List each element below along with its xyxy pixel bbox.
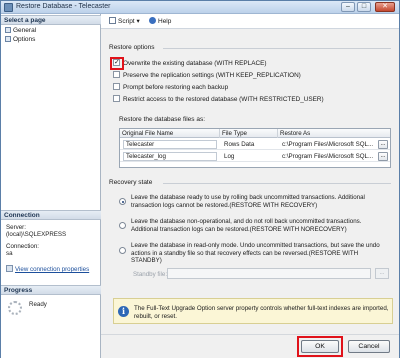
recovery-state-label: Recovery state <box>109 179 153 186</box>
progress-status: Ready <box>29 301 47 308</box>
column-header-restore-as: Restore As <box>280 130 311 137</box>
info-text: The Full-Text Upgrade Option server prop… <box>134 305 389 320</box>
maximize-button[interactable]: □ <box>357 2 371 12</box>
radio-label: Leave the database in read-only mode. Un… <box>131 242 380 265</box>
server-value: (local)\SQLEXPRESS <box>6 231 67 238</box>
database-icon <box>4 3 13 12</box>
restore-with-standby-option[interactable]: Leave the database in read-only mode. Un… <box>119 242 387 266</box>
files-grid-caption: Restore the database files as: <box>119 116 205 123</box>
grid-header: Original File Name File Type Restore As <box>120 129 390 138</box>
checkbox-label: Preserve the replication settings (WITH … <box>123 72 301 79</box>
help-label: Help <box>158 18 172 25</box>
browse-restore-path-button[interactable]: ... <box>378 152 388 161</box>
progress-spinner-icon <box>8 301 22 315</box>
group-divider <box>163 48 391 49</box>
restrict-access-checkbox[interactable] <box>113 95 120 102</box>
table-row[interactable]: Telecaster Rows Data c:\Program Files\Mi… <box>120 139 390 150</box>
properties-icon <box>6 265 13 272</box>
group-divider <box>163 183 391 184</box>
restore-as-cell[interactable]: c:\Program Files\Microsoft SQL... <box>280 151 374 162</box>
help-button[interactable]: Help <box>149 17 171 26</box>
column-header-file-type: File Type <box>220 129 278 138</box>
file-type-cell: Log <box>224 153 235 160</box>
table-row[interactable]: Telecaster_log Log c:\Program Files\Micr… <box>120 151 390 162</box>
column-header-original-file-name: Original File Name <box>120 129 220 138</box>
restore-files-grid: Original File Name File Type Restore As … <box>119 128 391 168</box>
restore-with-norecovery-radio[interactable] <box>119 222 126 229</box>
progress-header: Progress <box>1 285 101 295</box>
prompt-before-restore-checkbox-row[interactable]: Prompt before restoring each backup <box>113 83 228 92</box>
restore-with-standby-radio[interactable] <box>119 247 126 254</box>
file-name-cell[interactable]: Telecaster <box>123 140 217 149</box>
minimize-button[interactable]: – <box>341 2 355 12</box>
left-pane: Select a page General Options Connection… <box>1 14 101 358</box>
page-icon <box>5 36 11 42</box>
checkbox-label: Prompt before restoring each backup <box>123 84 229 91</box>
preserve-replication-checkbox[interactable] <box>113 71 120 78</box>
radio-label: Leave the database non-operational, and … <box>131 218 362 233</box>
file-type-cell: Rows Data <box>224 141 255 148</box>
restore-options-label: Restore options <box>109 44 155 51</box>
page-item-options[interactable]: Options <box>5 36 35 44</box>
radio-label: Leave the database ready to use by rolli… <box>131 194 365 209</box>
toolbar: Script ▾ Help <box>101 14 399 29</box>
info-icon: i <box>118 306 129 317</box>
prompt-before-restore-checkbox[interactable] <box>113 83 120 90</box>
window-title: Restore Database - Telecaster <box>16 3 111 10</box>
info-panel: i The Full-Text Upgrade Option server pr… <box>113 298 393 324</box>
restore-with-recovery-option[interactable]: Leave the database ready to use by rolli… <box>119 194 387 210</box>
script-icon <box>109 17 116 24</box>
file-name-cell[interactable]: Telecaster_log <box>123 152 217 161</box>
connection-header: Connection <box>1 210 101 220</box>
chevron-down-icon: ▾ <box>136 18 140 25</box>
standby-file-label: Standby file: <box>133 271 168 278</box>
standby-browse-button[interactable]: ... <box>375 268 389 279</box>
restore-database-window: Restore Database - Telecaster – □ ✕ Sele… <box>0 0 400 358</box>
restore-with-norecovery-option[interactable]: Leave the database non-operational, and … <box>119 218 387 234</box>
standby-file-input[interactable] <box>167 268 371 279</box>
page-item-label: Options <box>13 36 36 43</box>
help-icon <box>149 17 156 24</box>
script-button[interactable]: Script ▾ <box>109 17 140 26</box>
overwrite-existing-checkbox-row[interactable]: Overwrite the existing database (WITH RE… <box>113 58 267 68</box>
ok-highlight-box <box>297 336 343 357</box>
restrict-access-checkbox-row[interactable]: Restrict access to the restored database… <box>113 95 324 104</box>
page-item-general[interactable]: General <box>5 27 36 35</box>
close-button[interactable]: ✕ <box>375 2 395 12</box>
browse-restore-path-button[interactable]: ... <box>378 140 388 149</box>
restore-as-cell[interactable]: c:\Program Files\Microsoft SQL... <box>280 139 374 150</box>
checkbox-label: Overwrite the existing database (WITH RE… <box>123 60 267 67</box>
select-page-header: Select a page <box>1 15 101 25</box>
title-bar: Restore Database - Telecaster – □ ✕ <box>1 1 399 14</box>
restore-with-recovery-radio[interactable] <box>119 198 126 205</box>
page-icon <box>5 27 11 33</box>
cancel-button[interactable]: Cancel <box>348 340 390 353</box>
checkbox-label: Restrict access to the restored database… <box>123 96 324 103</box>
connection-value: sa <box>6 250 13 257</box>
preserve-replication-checkbox-row[interactable]: Preserve the replication settings (WITH … <box>113 71 301 80</box>
view-connection-properties-label: View connection properties <box>15 266 90 273</box>
script-label: Script <box>118 18 135 25</box>
overwrite-highlight-box <box>110 57 124 70</box>
view-connection-properties-link[interactable]: View connection properties <box>6 265 89 274</box>
main-panel: Restore options Overwrite the existing d… <box>105 32 395 332</box>
page-item-label: General <box>13 27 37 34</box>
